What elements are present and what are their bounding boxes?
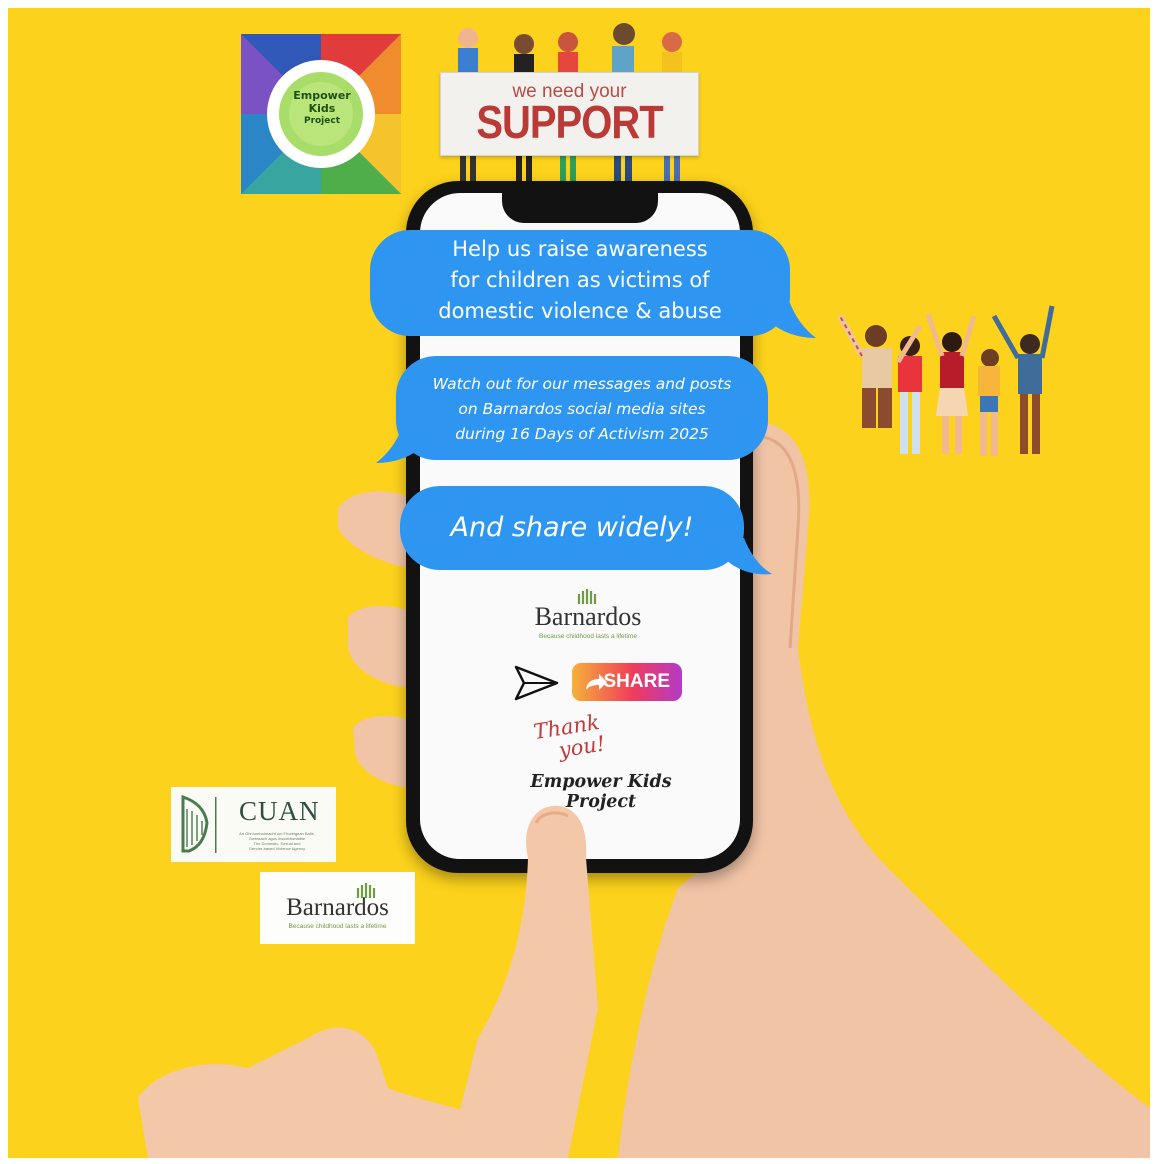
pointing-finger-illustration xyxy=(138,805,598,1158)
poster-canvas: Empower Kids Project we need your SUPPOR… xyxy=(8,8,1150,1158)
harp-icon xyxy=(181,794,217,853)
barnardos-logo-bottom: Barnardos Because childhood lasts a life… xyxy=(260,872,415,944)
cuan-logo: CUAN An Ghníomhaireacht um Fhoréigean Ba… xyxy=(171,787,336,862)
tree-icon xyxy=(356,883,376,898)
barnardos-name: Barnardos xyxy=(286,894,389,921)
barnardos-tagline: Because childhood lasts a lifetime xyxy=(288,923,387,930)
cuan-subtitle: An Ghníomhaireacht um Fhoréigean Baile, … xyxy=(227,831,327,851)
cuan-title: CUAN xyxy=(239,796,320,826)
celebrating-people-icon xyxy=(837,305,1055,456)
cuan-sub-4: Gender-based Violence Agency xyxy=(248,846,306,851)
